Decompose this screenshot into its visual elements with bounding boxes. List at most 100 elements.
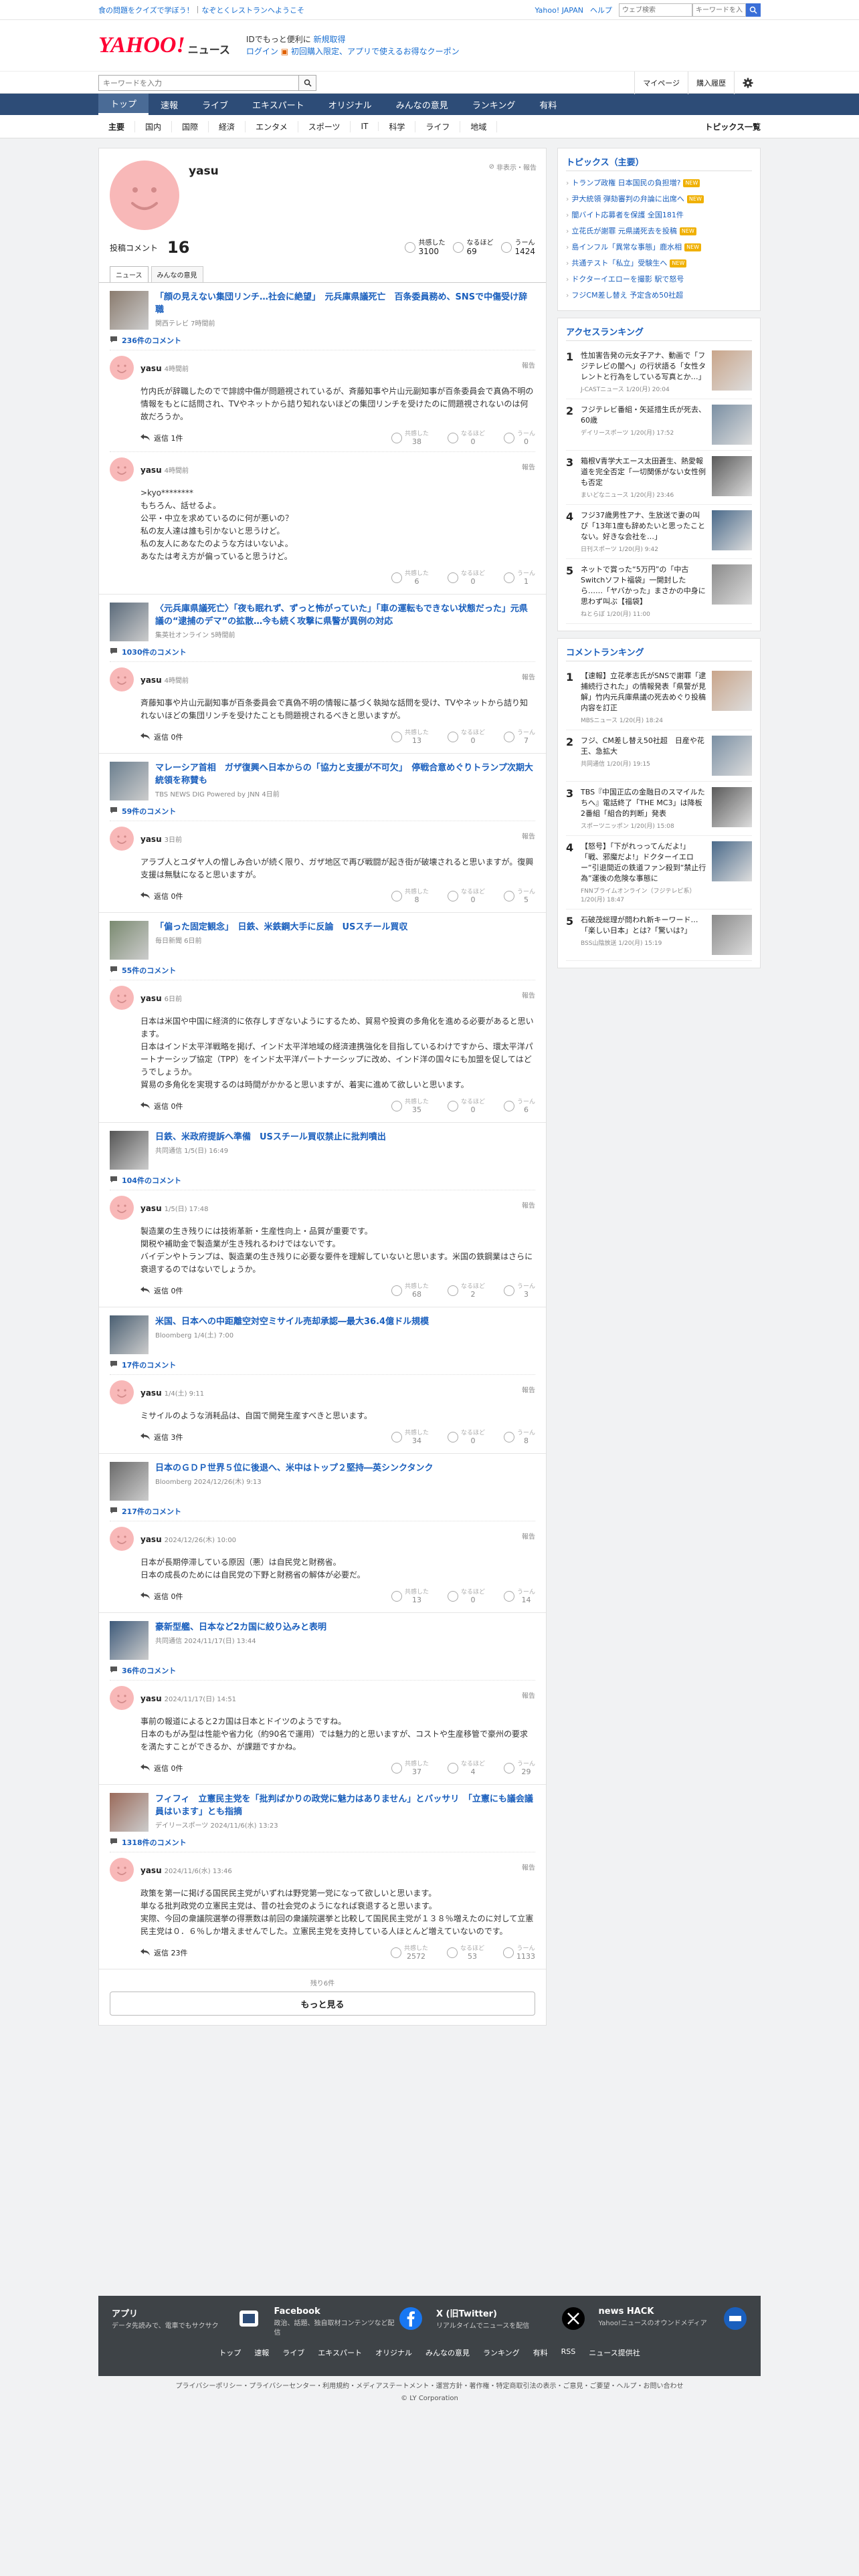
- avatar[interactable]: [110, 356, 134, 380]
- reaction-button-uun[interactable]: うーん 8: [503, 1429, 535, 1445]
- topic-link[interactable]: › トランプ政権 日本国民の負担増? NEW: [566, 175, 752, 191]
- reply-button[interactable]: 返信 1件: [140, 433, 183, 443]
- reaction-button-uun[interactable]: うーん 1133: [503, 1945, 535, 1961]
- article-link[interactable]: 日鉄、米政府提訴へ準備 USスチール買収禁止に批判噴出 共同通信 1/5(日) 1…: [110, 1131, 535, 1170]
- article-link[interactable]: 〈元兵庫県議死亡〉「夜も眠れず、ずっと怖がっていた」「車の運転もできない状態だっ…: [110, 603, 535, 641]
- article-title[interactable]: 〈元兵庫県議死亡〉「夜も眠れず、ずっと怖がっていた」「車の運転もできない状態だっ…: [155, 603, 535, 628]
- article-link[interactable]: 「顔の見えない集団リンチ…社会に絶望」 元兵庫県議死亡 百条委員務め、SNSで中…: [110, 291, 535, 330]
- comment-author[interactable]: yasu: [140, 835, 162, 844]
- article-title[interactable]: 「顔の見えない集団リンチ…社会に絶望」 元兵庫県議死亡 百条委員務め、SNSで中…: [155, 291, 535, 316]
- category-tab-3[interactable]: 経済: [209, 120, 246, 132]
- profile-tab-0[interactable]: ニュース: [110, 266, 149, 282]
- avatar[interactable]: [110, 1686, 134, 1710]
- topic-link[interactable]: › 闇バイト応募者を保護 全国181件: [566, 207, 752, 223]
- comment-author[interactable]: yasu: [140, 1694, 162, 1703]
- ranking-item[interactable]: 2 フジ、CM差し替え50社超 日産や花王、急拡大 共同通信 1/20(月) 19:…: [566, 730, 752, 782]
- article-thumbnail[interactable]: [110, 1621, 149, 1660]
- comment-author[interactable]: yasu: [140, 1535, 162, 1544]
- avatar[interactable]: [110, 1527, 134, 1551]
- footer-link[interactable]: RSS: [561, 2347, 576, 2358]
- reaction-button-kyokan[interactable]: 共感した 38: [391, 430, 429, 446]
- login-link[interactable]: ログイン: [246, 47, 278, 56]
- comment-count-link[interactable]: 217件のコメント: [110, 1506, 535, 1517]
- report-link[interactable]: 報告: [522, 990, 535, 1000]
- avatar[interactable]: [110, 986, 134, 1010]
- reaction-button-kyokan[interactable]: 共感した 37: [391, 1760, 429, 1776]
- gnav-tab-0[interactable]: トップ: [98, 94, 149, 115]
- reaction-button-kyokan[interactable]: 共感した 34: [391, 1429, 429, 1445]
- ranking-item[interactable]: 3 箱根V青学大エース太田蒼生、熱愛報道を完全否定「一切関係がない女性例も否定 まい…: [566, 451, 752, 505]
- report-link[interactable]: 報告: [522, 1690, 535, 1700]
- gnav-tab-7[interactable]: 有料: [527, 94, 569, 115]
- reaction-button-kyokan[interactable]: 共感した 6: [391, 570, 429, 586]
- category-tab-5[interactable]: スポーツ: [298, 120, 351, 132]
- topic-link[interactable]: › 共通テスト「私立」受験生へ NEW: [566, 255, 752, 272]
- footer-card-3[interactable]: news HACK Yahoo!ニュースのオウンドメディア: [599, 2306, 748, 2338]
- topics-list-link[interactable]: トピックス一覧: [704, 121, 761, 132]
- yahoo-news-logo[interactable]: YAHOO! ニュース: [98, 34, 230, 57]
- category-tab-8[interactable]: ライフ: [415, 120, 461, 132]
- news-search-input[interactable]: [98, 75, 299, 91]
- news-search-button[interactable]: [299, 75, 316, 91]
- article-title[interactable]: 日鉄、米政府提訴へ準備 USスチール買収禁止に批判噴出: [155, 1131, 386, 1144]
- topic-link[interactable]: › 立花氏が謝罪 元県議死去を投稿 NEW: [566, 223, 752, 239]
- ranking-item[interactable]: 4 フジ37歳男性アナ、生放送で妻の叫び「13年1度も辞めたいと思ったことない。好…: [566, 505, 752, 559]
- ranking-item[interactable]: 5 ネットで賞った“5万円”の「中古Switchソフト福袋」一開封したら……「ヤバ…: [566, 559, 752, 624]
- comment-count-link[interactable]: 55件のコメント: [110, 965, 535, 976]
- category-tab-9[interactable]: 地域: [460, 120, 498, 132]
- topic-link[interactable]: › ドクターイエローを撮影 駅で怒号: [566, 272, 752, 288]
- category-tab-0[interactable]: 主要: [98, 120, 136, 132]
- article-title[interactable]: マレーシア首相 ガザ復興へ日本からの「協力と支援が不可欠」 停戦合意めぐりトラン…: [155, 762, 535, 787]
- more-button[interactable]: もっと見る: [110, 1992, 535, 2016]
- comment-author[interactable]: yasu: [140, 465, 162, 475]
- comment-author[interactable]: yasu: [140, 364, 162, 373]
- footer-link[interactable]: ライブ: [282, 2347, 304, 2358]
- yahoo-japan-link[interactable]: Yahoo! JAPAN: [535, 6, 583, 15]
- article-link[interactable]: マレーシア首相 ガザ復興へ日本からの「協力と支援が不可欠」 停戦合意めぐりトラン…: [110, 762, 535, 800]
- reply-button[interactable]: 返信 0件: [140, 732, 183, 742]
- restaurant-link[interactable]: なぞとくレストランへようこそ: [201, 5, 304, 15]
- footer-card-2[interactable]: X (旧Twitter) リアルタイムでニュースを配信: [436, 2306, 585, 2338]
- help-link[interactable]: ヘルプ: [590, 5, 612, 15]
- article-link[interactable]: 米国、日本への中距離空対空ミサイル売却承認―最大36.4億ドル規模 Bloombe…: [110, 1315, 535, 1354]
- category-tab-4[interactable]: エンタメ: [246, 120, 298, 132]
- topic-link[interactable]: › 島インフル「異常な事態」鹿水相 NEW: [566, 239, 752, 255]
- reaction-button-uun[interactable]: うーん 14: [503, 1588, 535, 1604]
- category-tab-2[interactable]: 国際: [172, 120, 209, 132]
- comment-count-link[interactable]: 236件のコメント: [110, 335, 535, 346]
- reply-button[interactable]: 返信 0件: [140, 891, 183, 901]
- category-tab-1[interactable]: 国内: [135, 120, 173, 132]
- footer-link[interactable]: エキスパート: [318, 2347, 362, 2358]
- ranking-item[interactable]: 4 【怒号】「下がれっってんだよ!」「戦、邪魔だよ!」ドクターイエロー“引退間近の…: [566, 836, 752, 909]
- mypage-link[interactable]: マイページ: [634, 72, 688, 94]
- quiz-link[interactable]: 食の問題をクイズで学ぼう！: [98, 5, 194, 15]
- article-link[interactable]: 「偏った固定観念」 日鉄、米鉄鋼大手に反論 USスチール買収 毎日新聞 6日前: [110, 921, 535, 960]
- comment-count-link[interactable]: 1318件のコメント: [110, 1837, 535, 1848]
- reaction-button-naruhodo[interactable]: なるほど 0: [447, 570, 485, 586]
- reply-button[interactable]: 返信 0件: [140, 1285, 183, 1296]
- report-link[interactable]: 報告: [522, 1531, 535, 1541]
- article-thumbnail[interactable]: [110, 1131, 149, 1170]
- article-thumbnail[interactable]: [110, 1793, 149, 1832]
- article-thumbnail[interactable]: [110, 762, 149, 800]
- reaction-button-uun[interactable]: うーん 7: [503, 729, 535, 745]
- web-search-input[interactable]: [619, 3, 692, 17]
- topic-link[interactable]: › フジCM差し替え 予定含め50社超: [566, 288, 752, 304]
- article-thumbnail[interactable]: [110, 291, 149, 330]
- article-link[interactable]: 豪新型艦、日本など2カ国に絞り込みと表明 共同通信 2024/11/17(日) 1…: [110, 1621, 535, 1660]
- comment-author[interactable]: yasu: [140, 1204, 162, 1213]
- gnav-tab-4[interactable]: オリジナル: [316, 94, 384, 115]
- keyword-search-input[interactable]: [692, 3, 746, 17]
- settings-button[interactable]: [734, 72, 761, 94]
- report-link[interactable]: 報告: [522, 461, 535, 471]
- reaction-button-naruhodo[interactable]: なるほど 0: [447, 729, 485, 745]
- hide-report-link[interactable]: ⊘ 非表示・報告: [489, 162, 537, 172]
- reaction-button-uun[interactable]: うーん 0: [503, 430, 535, 446]
- comment-count-link[interactable]: 17件のコメント: [110, 1360, 535, 1370]
- register-link[interactable]: 新規取得: [314, 35, 346, 44]
- comment-author[interactable]: yasu: [140, 1388, 162, 1398]
- footer-link[interactable]: みんなの意見: [425, 2347, 470, 2358]
- reaction-button-naruhodo[interactable]: なるほど 2: [447, 1283, 485, 1299]
- article-title[interactable]: 「偏った固定観念」 日鉄、米鉄鋼大手に反論 USスチール買収: [155, 921, 407, 934]
- article-thumbnail[interactable]: [110, 921, 149, 960]
